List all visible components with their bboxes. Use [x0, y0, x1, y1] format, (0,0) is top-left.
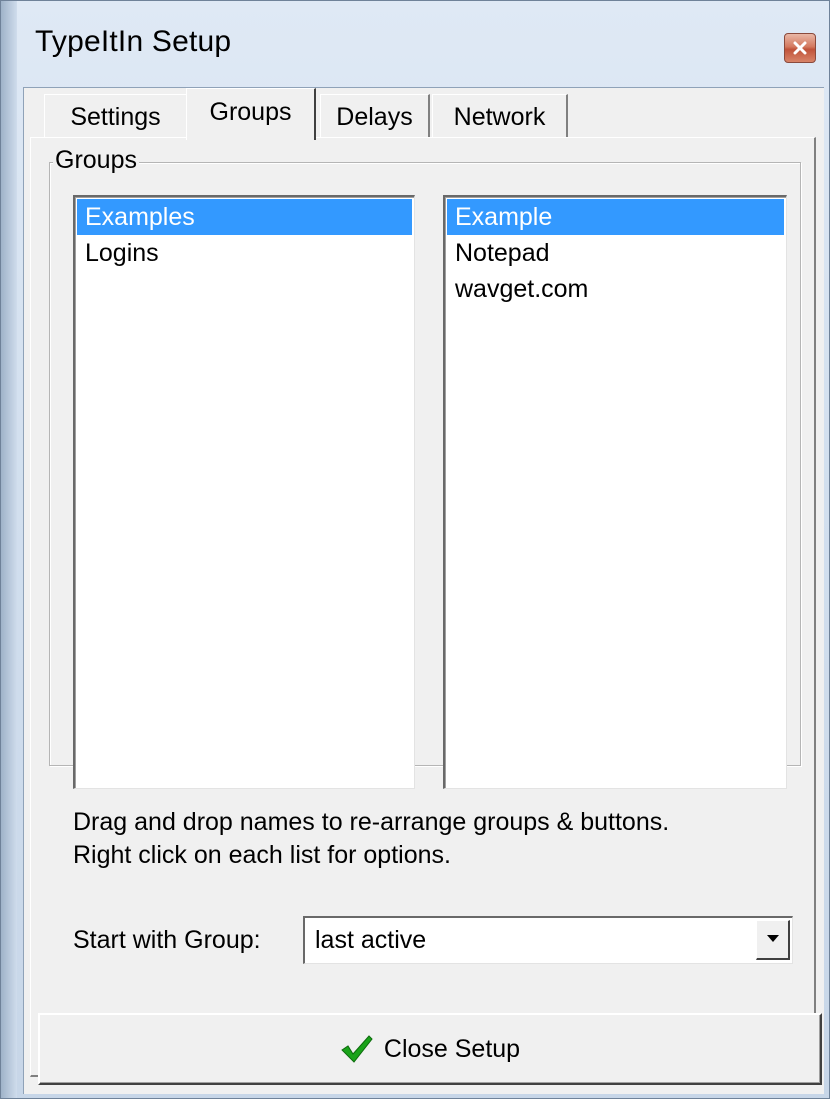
setup-window: TypeItIn Setup Settings Delays Network G…	[0, 0, 830, 1099]
start-with-group-label: Start with Group:	[73, 926, 261, 954]
tab-settings[interactable]: Settings	[44, 94, 188, 138]
buttons-list-item[interactable]: Example	[447, 199, 784, 235]
buttons-list-item[interactable]: Notepad	[447, 235, 784, 271]
start-with-group-select[interactable]: last active	[303, 916, 793, 964]
dropdown-button[interactable]	[756, 920, 790, 960]
chevron-down-icon	[766, 931, 780, 949]
hint-text-drag: Drag and drop names to re-arrange groups…	[73, 808, 670, 836]
groups-tab-panel: Groups Examples Logins Example Notepad w…	[30, 137, 816, 1077]
tab-delays[interactable]: Delays	[320, 94, 430, 138]
title-bar[interactable]: TypeItIn Setup	[1, 1, 829, 87]
close-icon	[793, 41, 807, 55]
groups-list-item[interactable]: Examples	[77, 199, 412, 235]
window-close-button[interactable]	[784, 33, 816, 63]
tab-strip: Settings Delays Network Groups	[24, 88, 824, 140]
tab-network[interactable]: Network	[432, 94, 568, 138]
close-setup-label: Close Setup	[383, 1034, 521, 1063]
groups-listbox[interactable]: Examples Logins	[73, 195, 415, 789]
start-with-group-value: last active	[315, 926, 427, 954]
buttons-listbox[interactable]: Example Notepad wavget.com	[443, 195, 787, 789]
window-title: TypeItIn Setup	[35, 25, 232, 58]
tab-groups[interactable]: Groups	[186, 88, 316, 140]
check-icon	[340, 1034, 374, 1064]
groups-list-item[interactable]: Logins	[77, 235, 412, 271]
buttons-list-item[interactable]: wavget.com	[447, 271, 784, 307]
close-setup-button[interactable]: Close Setup	[38, 1013, 822, 1085]
groupbox-label: Groups	[53, 146, 139, 175]
dialog-client-area: Settings Delays Network Groups Groups Ex…	[23, 87, 824, 1094]
hint-text-right-click: Right click on each list for options.	[73, 841, 451, 869]
